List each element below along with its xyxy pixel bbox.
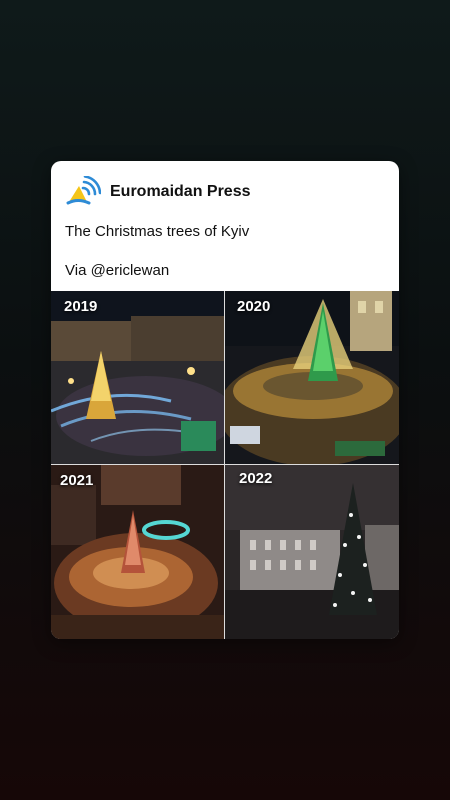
euromaidan-logo-icon (66, 176, 101, 205)
post-caption: The Christmas trees of Kyiv (65, 223, 250, 240)
tree-photo-2019 (51, 291, 224, 464)
tree-photo-2021 (51, 465, 224, 639)
year-label: 2019 (64, 298, 98, 315)
tree-photo-2020 (225, 291, 399, 464)
photo-tile-2021[interactable]: 2021 (51, 465, 224, 639)
year-label: 2022 (239, 470, 273, 487)
photo-grid: 2019 2020 2021 2022 (51, 291, 399, 639)
photo-tile-2022[interactable]: 2022 (225, 465, 399, 639)
year-label: 2021 (60, 472, 94, 489)
photo-tile-2019[interactable]: 2019 (51, 291, 224, 464)
year-label: 2020 (237, 298, 271, 315)
post-card[interactable]: Euromaidan Press The Christmas trees of … (51, 161, 399, 639)
photo-tile-2020[interactable]: 2020 (225, 291, 399, 464)
post-credit: Via @ericlewan (65, 262, 170, 279)
tree-photo-2022 (225, 465, 399, 639)
post-header: Euromaidan Press The Christmas trees of … (51, 161, 399, 289)
publisher-name[interactable]: Euromaidan Press (110, 183, 251, 201)
